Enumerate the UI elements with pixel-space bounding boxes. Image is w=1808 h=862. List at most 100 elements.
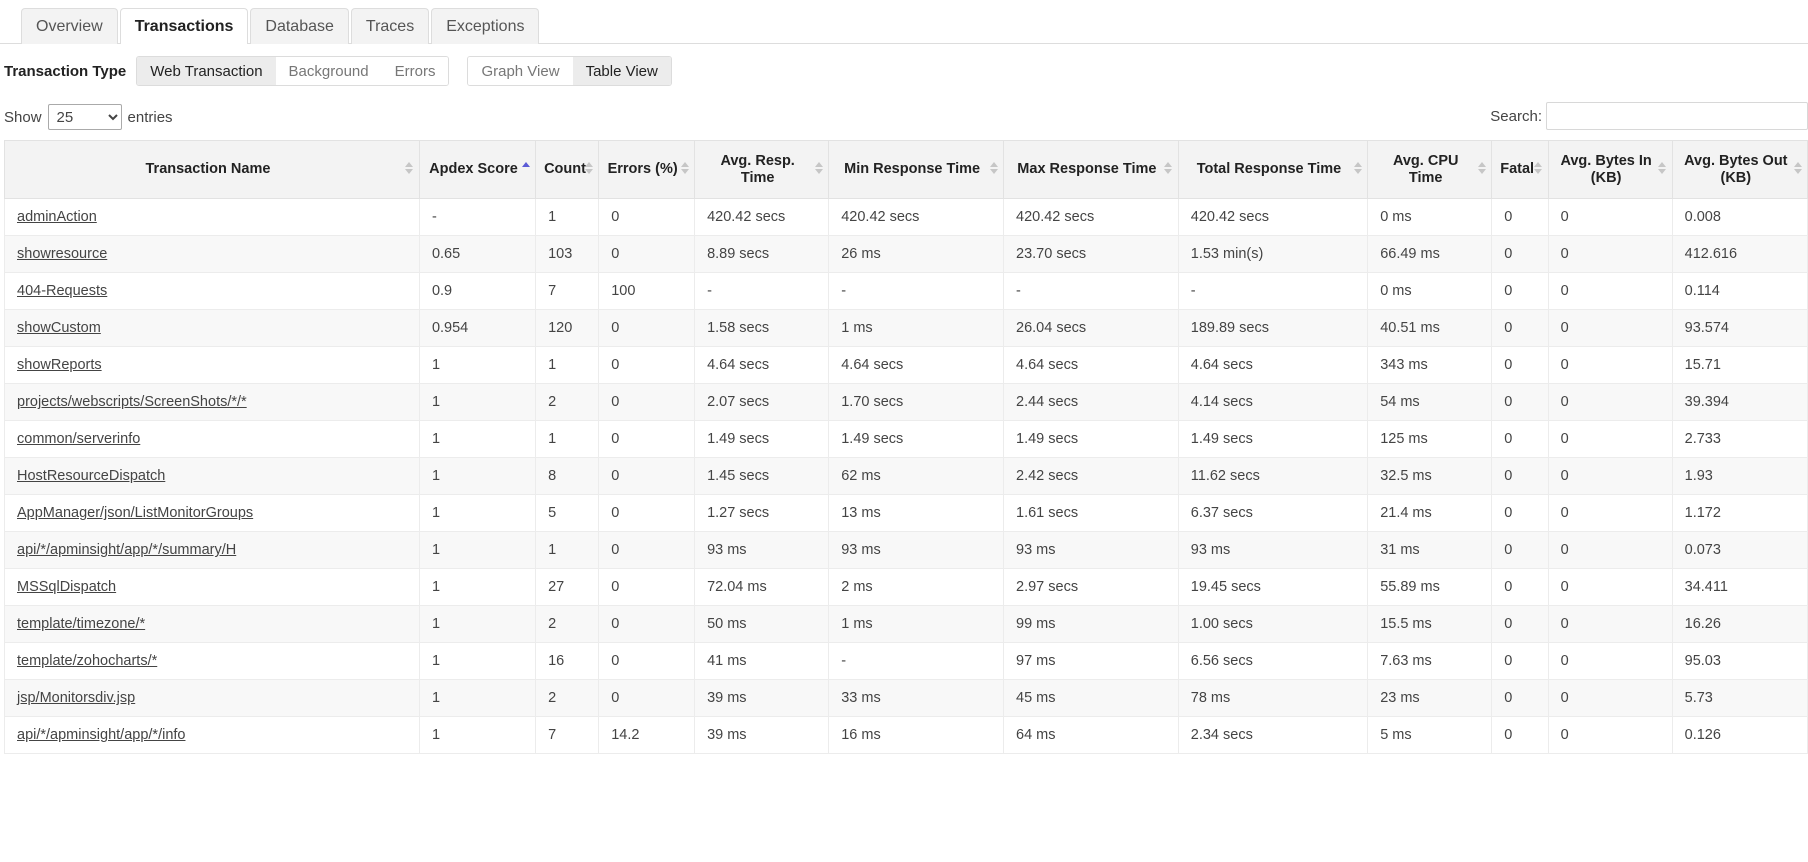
- cell-count: 7: [536, 273, 599, 310]
- column-header-transaction-name[interactable]: Transaction Name: [5, 141, 420, 199]
- transaction-name-link[interactable]: jsp/Monitorsdiv.jsp: [17, 690, 135, 706]
- cell-cpu: 40.51 ms: [1368, 310, 1492, 347]
- cell-apdex: 1: [419, 421, 535, 458]
- column-header-avg-cpu-time[interactable]: Avg. CPU Time: [1368, 141, 1492, 199]
- cell-name: 404-Requests: [5, 273, 420, 310]
- cell-name: AppManager/json/ListMonitorGroups: [5, 495, 420, 532]
- column-header-fatal[interactable]: Fatal: [1492, 141, 1548, 199]
- cell-max: 26.04 secs: [1004, 310, 1179, 347]
- sort-toggle-icon[interactable]: [1353, 162, 1362, 178]
- column-header-label: Fatal: [1500, 161, 1534, 177]
- cell-name: projects/webscripts/ScreenShots/*/*: [5, 384, 420, 421]
- sort-ascending-icon[interactable]: [521, 162, 530, 178]
- cell-avg: 1.45 secs: [695, 458, 829, 495]
- cell-cpu: 66.49 ms: [1368, 236, 1492, 273]
- search-input[interactable]: [1546, 102, 1808, 130]
- transaction-name-link[interactable]: common/serverinfo: [17, 431, 140, 447]
- table-body: adminAction-10420.42 secs420.42 secs420.…: [5, 199, 1808, 754]
- sort-toggle-icon[interactable]: [1477, 162, 1486, 178]
- transaction-name-link[interactable]: MSSqlDispatch: [17, 579, 116, 595]
- cell-max: -: [1004, 273, 1179, 310]
- column-header-avg-bytes-in-kb[interactable]: Avg. Bytes In(KB): [1548, 141, 1672, 199]
- tab-traces[interactable]: Traces: [351, 8, 429, 44]
- view-mode-graph-view[interactable]: Graph View: [468, 57, 572, 85]
- column-header-apdex-score[interactable]: Apdex Score: [419, 141, 535, 199]
- tab-exceptions[interactable]: Exceptions: [431, 8, 539, 44]
- cell-apdex: 1: [419, 532, 535, 569]
- transaction-name-link[interactable]: showReports: [17, 357, 102, 373]
- tab-database[interactable]: Database: [250, 8, 349, 44]
- table-row: showresource0.6510308.89 secs26 ms23.70 …: [5, 236, 1808, 273]
- cell-apdex: 1: [419, 643, 535, 680]
- cell-apdex: 0.65: [419, 236, 535, 273]
- table-row: showCustom0.95412001.58 secs1 ms26.04 se…: [5, 310, 1808, 347]
- cell-max: 99 ms: [1004, 606, 1179, 643]
- cell-apdex: 1: [419, 384, 535, 421]
- transaction-name-link[interactable]: HostResourceDispatch: [17, 468, 165, 484]
- column-header-count[interactable]: Count: [536, 141, 599, 199]
- transaction-name-link[interactable]: template/timezone/*: [17, 616, 145, 632]
- cell-count: 27: [536, 569, 599, 606]
- transaction-name-link[interactable]: api/*/apminsight/app/*/info: [17, 727, 185, 743]
- cell-bytes-in: 0: [1548, 532, 1672, 569]
- column-header-total-response-time[interactable]: Total Response Time: [1178, 141, 1367, 199]
- cell-bytes-in: 0: [1548, 458, 1672, 495]
- sort-toggle-icon[interactable]: [1164, 162, 1173, 178]
- cell-errors: 0: [599, 310, 695, 347]
- cell-name: showCustom: [5, 310, 420, 347]
- view-mode-table-view[interactable]: Table View: [573, 57, 671, 85]
- cell-total: -: [1178, 273, 1367, 310]
- cell-min: 1 ms: [829, 310, 1004, 347]
- cell-min: 420.42 secs: [829, 199, 1004, 236]
- table-row: MSSqlDispatch127072.04 ms2 ms2.97 secs19…: [5, 569, 1808, 606]
- cell-bytes-in: 0: [1548, 384, 1672, 421]
- column-header-errors[interactable]: Errors (%): [599, 141, 695, 199]
- transaction-name-link[interactable]: projects/webscripts/ScreenShots/*/*: [17, 394, 247, 410]
- cell-name: adminAction: [5, 199, 420, 236]
- cell-max: 23.70 secs: [1004, 236, 1179, 273]
- transaction-name-link[interactable]: 404-Requests: [17, 283, 107, 299]
- cell-apdex: 1: [419, 717, 535, 754]
- sort-toggle-icon[interactable]: [680, 162, 689, 178]
- cell-count: 1: [536, 421, 599, 458]
- column-header-avg-bytes-out-kb[interactable]: Avg. Bytes Out(KB): [1672, 141, 1807, 199]
- cell-name: api/*/apminsight/app/*/info: [5, 717, 420, 754]
- column-header-min-response-time[interactable]: Min Response Time: [829, 141, 1004, 199]
- transaction-name-link[interactable]: showresource: [17, 246, 107, 262]
- cell-bytes-in: 0: [1548, 310, 1672, 347]
- sort-toggle-icon[interactable]: [405, 162, 414, 178]
- cell-count: 7: [536, 717, 599, 754]
- cell-bytes-out: 0.114: [1672, 273, 1807, 310]
- transaction-name-link[interactable]: showCustom: [17, 320, 101, 336]
- transaction-type-background[interactable]: Background: [276, 57, 382, 85]
- entries-select[interactable]: 102550100: [48, 104, 122, 130]
- column-header-avg-resp-time[interactable]: Avg. Resp. Time: [695, 141, 829, 199]
- transaction-type-web-transaction[interactable]: Web Transaction: [137, 57, 275, 85]
- transaction-name-link[interactable]: template/zohocharts/*: [17, 653, 157, 669]
- cell-max: 420.42 secs: [1004, 199, 1179, 236]
- sort-toggle-icon[interactable]: [1658, 162, 1667, 178]
- sort-toggle-icon[interactable]: [814, 162, 823, 178]
- table-row: common/serverinfo1101.49 secs1.49 secs1.…: [5, 421, 1808, 458]
- column-header-label: Avg. CPU Time: [1393, 153, 1459, 186]
- tab-overview[interactable]: Overview: [21, 8, 118, 44]
- cell-max: 1.61 secs: [1004, 495, 1179, 532]
- sort-toggle-icon[interactable]: [1534, 162, 1543, 178]
- transaction-name-link[interactable]: api/*/apminsight/app/*/summary/H: [17, 542, 236, 558]
- cell-total: 4.64 secs: [1178, 347, 1367, 384]
- sort-toggle-icon[interactable]: [989, 162, 998, 178]
- sort-toggle-icon[interactable]: [1793, 162, 1802, 178]
- transaction-name-link[interactable]: AppManager/json/ListMonitorGroups: [17, 505, 253, 521]
- transaction-name-link[interactable]: adminAction: [17, 209, 97, 225]
- cell-cpu: 343 ms: [1368, 347, 1492, 384]
- cell-bytes-in: 0: [1548, 347, 1672, 384]
- sort-toggle-icon[interactable]: [584, 162, 593, 178]
- column-header-max-response-time[interactable]: Max Response Time: [1004, 141, 1179, 199]
- cell-total: 78 ms: [1178, 680, 1367, 717]
- tab-transactions[interactable]: Transactions: [120, 8, 249, 44]
- cell-bytes-out: 2.733: [1672, 421, 1807, 458]
- table-row: AppManager/json/ListMonitorGroups1501.27…: [5, 495, 1808, 532]
- cell-apdex: 0.954: [419, 310, 535, 347]
- column-header-label: Apdex Score: [429, 161, 518, 177]
- transaction-type-errors[interactable]: Errors: [382, 57, 449, 85]
